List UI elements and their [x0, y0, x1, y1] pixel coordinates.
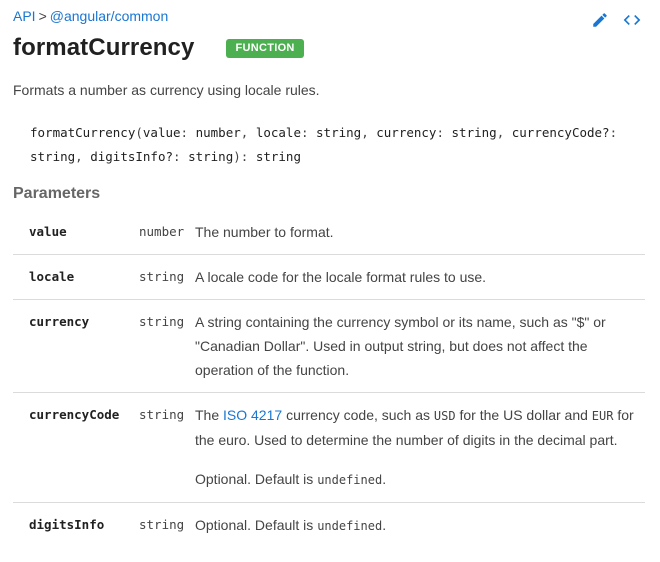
breadcrumb-package-link[interactable]: @angular/common	[50, 8, 169, 24]
code-usd: USD	[433, 409, 456, 423]
signature-return-type: string	[255, 149, 301, 164]
iso-4217-link[interactable]: ISO 4217	[223, 407, 282, 423]
param-type: number	[139, 224, 185, 239]
param-type: string	[139, 517, 185, 532]
code-undefined: undefined	[317, 519, 383, 533]
param-name: currencyCode	[29, 407, 120, 422]
signature-return-sep: :	[240, 149, 249, 164]
parameters-table: value number The number to format. local…	[13, 210, 645, 548]
desc-prefix: The	[195, 407, 220, 423]
desc-mid2: for the US dollar and	[459, 407, 588, 423]
signature-param-value: value	[142, 125, 181, 140]
edit-icon[interactable]	[590, 10, 610, 30]
code-eur: EUR	[591, 409, 614, 423]
table-row: digitsInfo string Optional. Default is u…	[13, 503, 645, 548]
desc-mid1: currency code, such as	[286, 407, 431, 423]
function-badge: FUNCTION	[226, 38, 304, 58]
param-description: A locale code for the locale format rule…	[195, 269, 487, 285]
breadcrumb-api-link[interactable]: API	[13, 8, 36, 24]
breadcrumb: API > @angular/common	[13, 8, 168, 24]
param-description: Optional. Default is undefined.	[195, 517, 387, 533]
parameters-heading: Parameters	[13, 185, 101, 202]
page-title: formatCurrency	[13, 34, 195, 61]
param-name: locale	[29, 269, 75, 284]
code-icon[interactable]	[622, 10, 642, 30]
param-name: value	[29, 224, 67, 239]
param-type: string	[139, 407, 185, 422]
param-description: A string containing the currency symbol …	[195, 314, 606, 378]
optional-note: Optional. Default is undefined.	[195, 471, 387, 487]
param-type: string	[139, 314, 185, 329]
signature-open-paren: (	[135, 125, 143, 140]
signature-type-value: number	[195, 125, 241, 140]
signature-param-currencycode: currencyCode?	[511, 125, 610, 140]
signature-param-currency: currency	[376, 125, 437, 140]
code-undefined: undefined	[317, 473, 383, 487]
table-row: locale string A locale code for the loca…	[13, 255, 645, 300]
table-row: currencyCode string The ISO 4217 currenc…	[13, 393, 645, 503]
table-row: currency string A string containing the …	[13, 300, 645, 393]
signature-param-locale: locale	[255, 125, 301, 140]
param-name: currency	[29, 314, 90, 329]
signature-type-currencycode: string	[30, 149, 76, 164]
breadcrumb-separator: >	[38, 8, 47, 24]
signature-type-currency: string	[451, 125, 497, 140]
title-row: formatCurrency FUNCTION	[13, 34, 304, 62]
table-row: value number The number to format.	[13, 210, 645, 255]
param-description: The number to format.	[195, 224, 334, 240]
header-actions	[590, 10, 642, 30]
param-name: digitsInfo	[29, 517, 105, 532]
signature-close-paren: )	[233, 149, 241, 164]
param-description: The ISO 4217 currency code, such as USD …	[195, 403, 645, 492]
signature-param-digitsinfo: digitsInfo?	[90, 149, 174, 164]
signature-type-locale: string	[316, 125, 362, 140]
signature-type-digitsinfo: string	[188, 149, 234, 164]
signature-name: formatCurrency	[30, 125, 136, 140]
description: Formats a number as currency using local…	[13, 82, 320, 98]
param-type: string	[139, 269, 185, 284]
function-signature: formatCurrency(value: number, locale: st…	[30, 125, 618, 164]
